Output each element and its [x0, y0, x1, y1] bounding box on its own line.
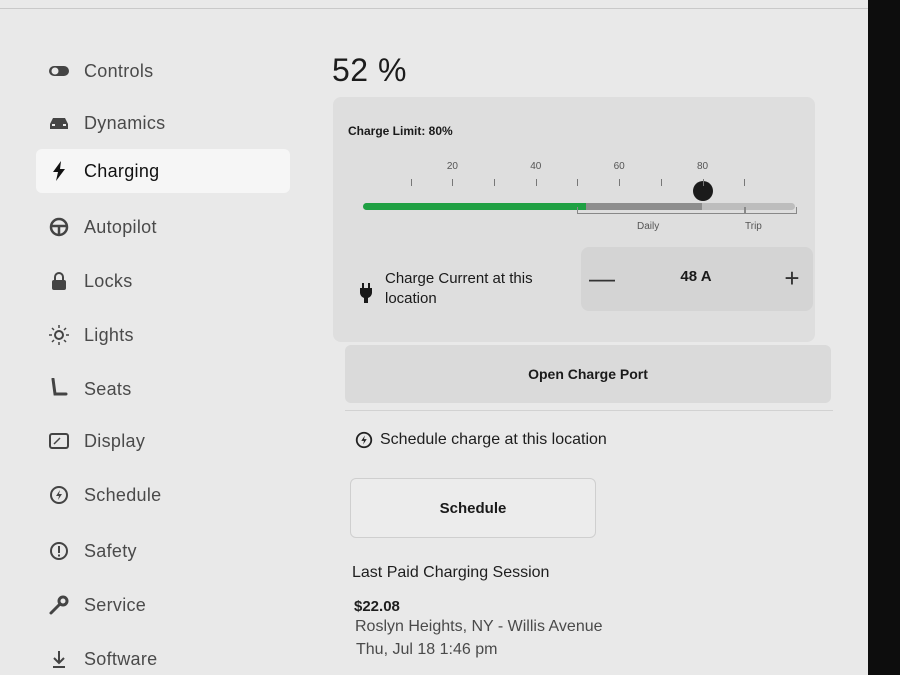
scale-tick [452, 179, 454, 186]
sidebar-item-label: Schedule [84, 484, 162, 505]
increment-button[interactable]: + [777, 263, 807, 293]
scale-tick [619, 179, 621, 186]
car-icon [46, 110, 72, 136]
sidebar-item-autopilot[interactable]: Autopilot [36, 205, 290, 249]
sidebar-item-label: Service [84, 594, 147, 615]
screen-bezel [868, 0, 900, 675]
tesla-settings-screen: Controls Dynamics Charging Autopilot Loc… [0, 0, 868, 675]
sidebar-item-locks[interactable]: Locks [36, 259, 290, 303]
sidebar-item-label: Lights [84, 324, 134, 345]
sidebar-item-label: Autopilot [84, 216, 157, 237]
scale-tick-label: 20 [446, 161, 458, 172]
daily-range-bracket [577, 207, 747, 214]
sidebar-item-label: Controls [84, 60, 154, 81]
plug-icon [359, 283, 373, 308]
sidebar-item-dynamics[interactable]: Dynamics [36, 101, 290, 145]
sidebar-item-lights[interactable]: Lights [36, 313, 290, 357]
last-session-amount: $22.08 [354, 598, 400, 615]
scale-tick [702, 179, 704, 186]
scale-tick [660, 179, 662, 186]
sidebar-item-label: Dynamics [84, 112, 166, 133]
lock-icon [46, 268, 72, 294]
sidebar-item-label: Locks [84, 270, 133, 291]
sidebar-item-safety[interactable]: Safety [36, 529, 290, 573]
charge-current-stepper: — 48 A + [581, 247, 813, 311]
sidebar-item-seats[interactable]: Seats [36, 367, 290, 411]
daily-range-label: Daily [637, 221, 660, 232]
last-session-location: Roslyn Heights, NY - Willis Avenue [355, 618, 603, 635]
display-icon [46, 428, 72, 454]
sidebar-item-controls[interactable]: Controls [36, 49, 290, 93]
trip-range-label: Trip [745, 221, 762, 232]
last-session-title: Last Paid Charging Session [352, 564, 550, 581]
scale-tick-label: 60 [613, 161, 625, 172]
sidebar-item-label: Software [84, 648, 158, 669]
scale-tick-label: 40 [530, 161, 542, 172]
scale-tick [494, 179, 496, 186]
light-bulb-icon [46, 322, 72, 348]
alert-circle-icon [46, 538, 72, 564]
steering-wheel-icon [46, 214, 72, 240]
schedule-clock-icon [46, 482, 72, 508]
charge-limit-label: Charge Limit: 80% [348, 124, 453, 138]
schedule-button[interactable]: Schedule [350, 478, 596, 538]
scale-tick [410, 179, 412, 186]
sidebar-item-label: Seats [84, 378, 132, 399]
open-charge-port-button[interactable]: Open Charge Port [345, 345, 831, 403]
download-icon [46, 646, 72, 672]
charge-limit-card: Charge Limit: 80% Daily Trip Charge Curr… [333, 97, 831, 403]
top-divider [0, 8, 868, 9]
seat-icon [46, 376, 72, 402]
charge-current-value: 48 A [680, 268, 712, 285]
sidebar-item-display[interactable]: Display [36, 419, 290, 463]
schedule-clock-icon [354, 430, 374, 450]
decrement-button[interactable]: — [587, 263, 617, 293]
section-divider [345, 410, 833, 411]
sidebar-item-charging[interactable]: Charging [36, 149, 290, 193]
sidebar-item-service[interactable]: Service [36, 583, 290, 627]
last-session-time: Thu, Jul 18 1:46 pm [356, 641, 498, 658]
wrench-icon [46, 592, 72, 618]
current-charge-fill [363, 203, 586, 210]
toggle-icon [46, 58, 72, 84]
scale-tick [577, 179, 579, 186]
sidebar-item-software[interactable]: Software [36, 637, 290, 675]
schedule-heading-text: Schedule charge at this location [380, 431, 607, 448]
scale-tick [535, 179, 537, 186]
battery-percentage: 52 % [332, 52, 407, 88]
scale-tick-label: 80 [696, 161, 709, 172]
sidebar-item-schedule[interactable]: Schedule [36, 473, 290, 517]
sidebar-item-label: Display [84, 430, 146, 451]
scale-tick [744, 179, 746, 186]
sidebar-item-label: Safety [84, 540, 137, 561]
charge-current-label: Charge Current at this location [385, 270, 533, 307]
schedule-heading: Schedule charge at this location [354, 430, 607, 450]
lightning-icon [46, 158, 72, 184]
sidebar-item-label: Charging [84, 160, 160, 181]
trip-range-bracket [744, 207, 797, 214]
